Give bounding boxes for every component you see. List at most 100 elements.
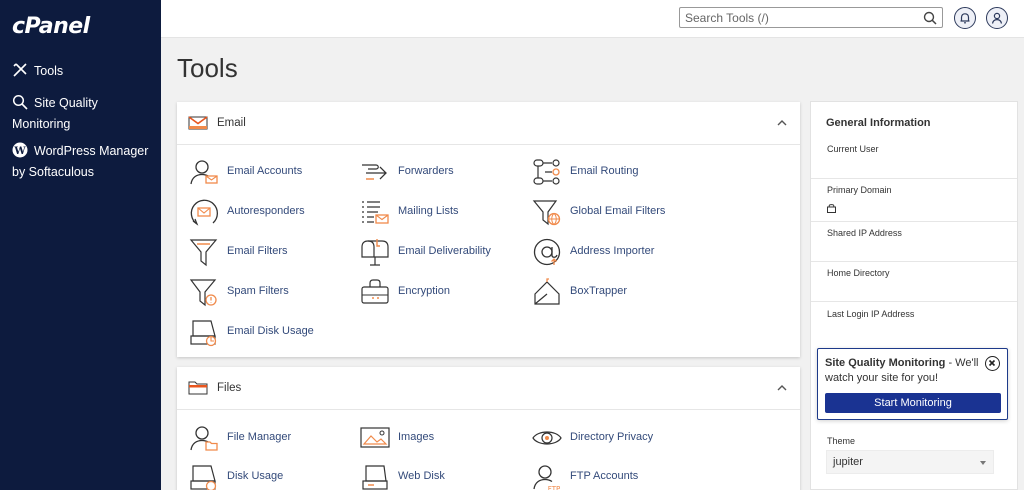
tool-label: BoxTrapper: [570, 285, 628, 297]
disk-usage-icon: [190, 320, 217, 347]
tool-boxtrapper[interactable]: BoxTrapper: [532, 277, 682, 307]
boxtrapper-icon: [534, 278, 560, 305]
tool-label: Email Accounts: [227, 165, 303, 177]
spam-funnel-icon: [189, 279, 217, 307]
tool-email-filters[interactable]: Email Filters: [189, 237, 339, 267]
info-label-home-directory: Home Directory: [827, 268, 890, 278]
bell-icon: [960, 13, 970, 24]
global-filter-icon: [532, 200, 561, 226]
funnel-icon: [189, 239, 218, 267]
tools-icon: [12, 62, 28, 78]
chevron-up-icon[interactable]: [776, 382, 788, 394]
info-divider: [811, 261, 1017, 262]
start-monitoring-button[interactable]: Start Monitoring: [825, 393, 1001, 413]
tool-forwarders[interactable]: Forwarders: [360, 157, 510, 187]
disk-icon: [190, 465, 217, 490]
sidebar-item-wordpress-manager[interactable]: W WordPress Manager by Softaculous: [12, 141, 148, 183]
site-quality-card: Site Quality Monitoring - We'll watch yo…: [817, 348, 1008, 420]
info-label-shared-ip: Shared IP Address: [827, 228, 902, 238]
mailing-list-icon: [362, 201, 389, 224]
tool-images[interactable]: Images: [360, 423, 510, 453]
chevron-down-icon: [980, 461, 986, 465]
theme-label: Theme: [827, 436, 856, 446]
sidebar-item-label-line2: Monitoring: [12, 117, 71, 131]
mailbox-icon: [361, 239, 389, 266]
theme-select[interactable]: jupiter: [826, 450, 994, 474]
tool-mailing-lists[interactable]: Mailing Lists: [360, 197, 510, 227]
tool-label: Images: [398, 431, 435, 443]
tool-address-importer[interactable]: Address Importer: [532, 237, 692, 267]
user-email-icon: [190, 160, 218, 185]
tool-label: Directory Privacy: [570, 431, 654, 443]
file-manager-icon: [190, 426, 218, 451]
site-quality-card-text: Site Quality Monitoring - We'll watch yo…: [825, 356, 985, 386]
tool-email-deliverability[interactable]: Email Deliverability: [360, 237, 520, 267]
email-panel: Email Email Accounts Forwarders Email Ro…: [177, 102, 800, 357]
tool-label: Forwarders: [398, 165, 454, 177]
routing-icon: [533, 159, 560, 185]
search-box: [679, 7, 943, 28]
notifications-button[interactable]: [954, 7, 976, 29]
files-panel: Files File Manager Images Directory Priv…: [177, 367, 800, 490]
autoresponder-icon: [190, 199, 218, 226]
tool-encryption[interactable]: Encryption: [360, 277, 510, 307]
encryption-icon: [361, 279, 389, 304]
tool-global-email-filters[interactable]: Global Email Filters: [532, 197, 702, 227]
info-title: General Information: [826, 117, 931, 129]
eye-icon: [532, 431, 562, 445]
tool-label: Disk Usage: [227, 470, 284, 482]
tool-file-manager[interactable]: File Manager: [189, 423, 339, 453]
user-menu-button[interactable]: [986, 7, 1008, 29]
info-divider: [811, 221, 1017, 222]
sidebar: cPanel Tools Site Quality Monitoring W W…: [0, 0, 161, 490]
user-icon: [991, 12, 1003, 24]
tool-email-routing[interactable]: Email Routing: [532, 157, 692, 187]
info-label-last-login-ip: Last Login IP Address: [827, 309, 915, 319]
tool-label: File Manager: [227, 431, 292, 443]
sidebar-item-label: Tools: [34, 64, 64, 78]
tool-directory-privacy[interactable]: Directory Privacy: [532, 423, 682, 453]
tool-spam-filters[interactable]: Spam Filters: [189, 277, 339, 307]
theme-select-value: jupiter: [833, 456, 863, 468]
sidebar-item-label-line2: by Softaculous: [12, 165, 94, 179]
at-sign-icon: [533, 238, 561, 266]
wordpress-icon: W: [12, 142, 28, 158]
files-panel-title: Files: [217, 382, 242, 394]
tool-web-disk[interactable]: Web Disk: [360, 462, 510, 490]
sidebar-item-tools[interactable]: Tools: [12, 61, 63, 82]
tool-autoresponders[interactable]: Autoresponders: [189, 197, 339, 227]
tool-ftp-accounts[interactable]: FTP FTP Accounts: [532, 462, 682, 490]
email-panel-title: Email: [217, 117, 246, 129]
sidebar-item-label: WordPress Manager: [34, 144, 149, 158]
image-icon: [360, 427, 390, 448]
forward-arrow-icon: [362, 164, 387, 180]
tool-disk-usage[interactable]: Disk Usage: [189, 462, 339, 490]
search-input[interactable]: [680, 8, 912, 27]
svg-text:W: W: [13, 146, 26, 157]
lock-icon: [827, 204, 836, 213]
tool-email-disk-usage[interactable]: Email Disk Usage: [189, 317, 339, 347]
email-envelope-icon: [188, 116, 208, 130]
top-bar: [161, 0, 1024, 38]
tool-label: Email Filters: [227, 245, 288, 257]
site-quality-card-title: Site Quality Monitoring: [825, 357, 946, 369]
web-disk-icon: [362, 465, 388, 490]
email-panel-header[interactable]: Email: [177, 102, 800, 145]
sidebar-item-site-quality[interactable]: Site Quality Monitoring: [12, 93, 98, 135]
files-panel-header[interactable]: Files: [177, 367, 800, 410]
tool-label: Address Importer: [570, 245, 655, 257]
tool-label: Email Routing: [570, 165, 639, 177]
search-icon[interactable]: [922, 10, 938, 26]
ftp-accounts-icon: FTP: [533, 465, 560, 490]
tool-label: FTP Accounts: [570, 470, 639, 482]
svg-text:FTP: FTP: [548, 485, 560, 490]
tool-email-accounts[interactable]: Email Accounts: [189, 157, 339, 187]
general-information-panel: General Information Current User Primary…: [810, 101, 1018, 490]
tool-label: Email Disk Usage: [227, 325, 314, 337]
tool-label: Spam Filters: [227, 285, 289, 297]
chevron-up-icon[interactable]: [776, 117, 788, 129]
close-icon[interactable]: [985, 356, 1000, 371]
cpanel-logo[interactable]: cPanel: [12, 14, 90, 39]
page-title: Tools: [177, 53, 238, 83]
folder-icon: [188, 381, 208, 395]
